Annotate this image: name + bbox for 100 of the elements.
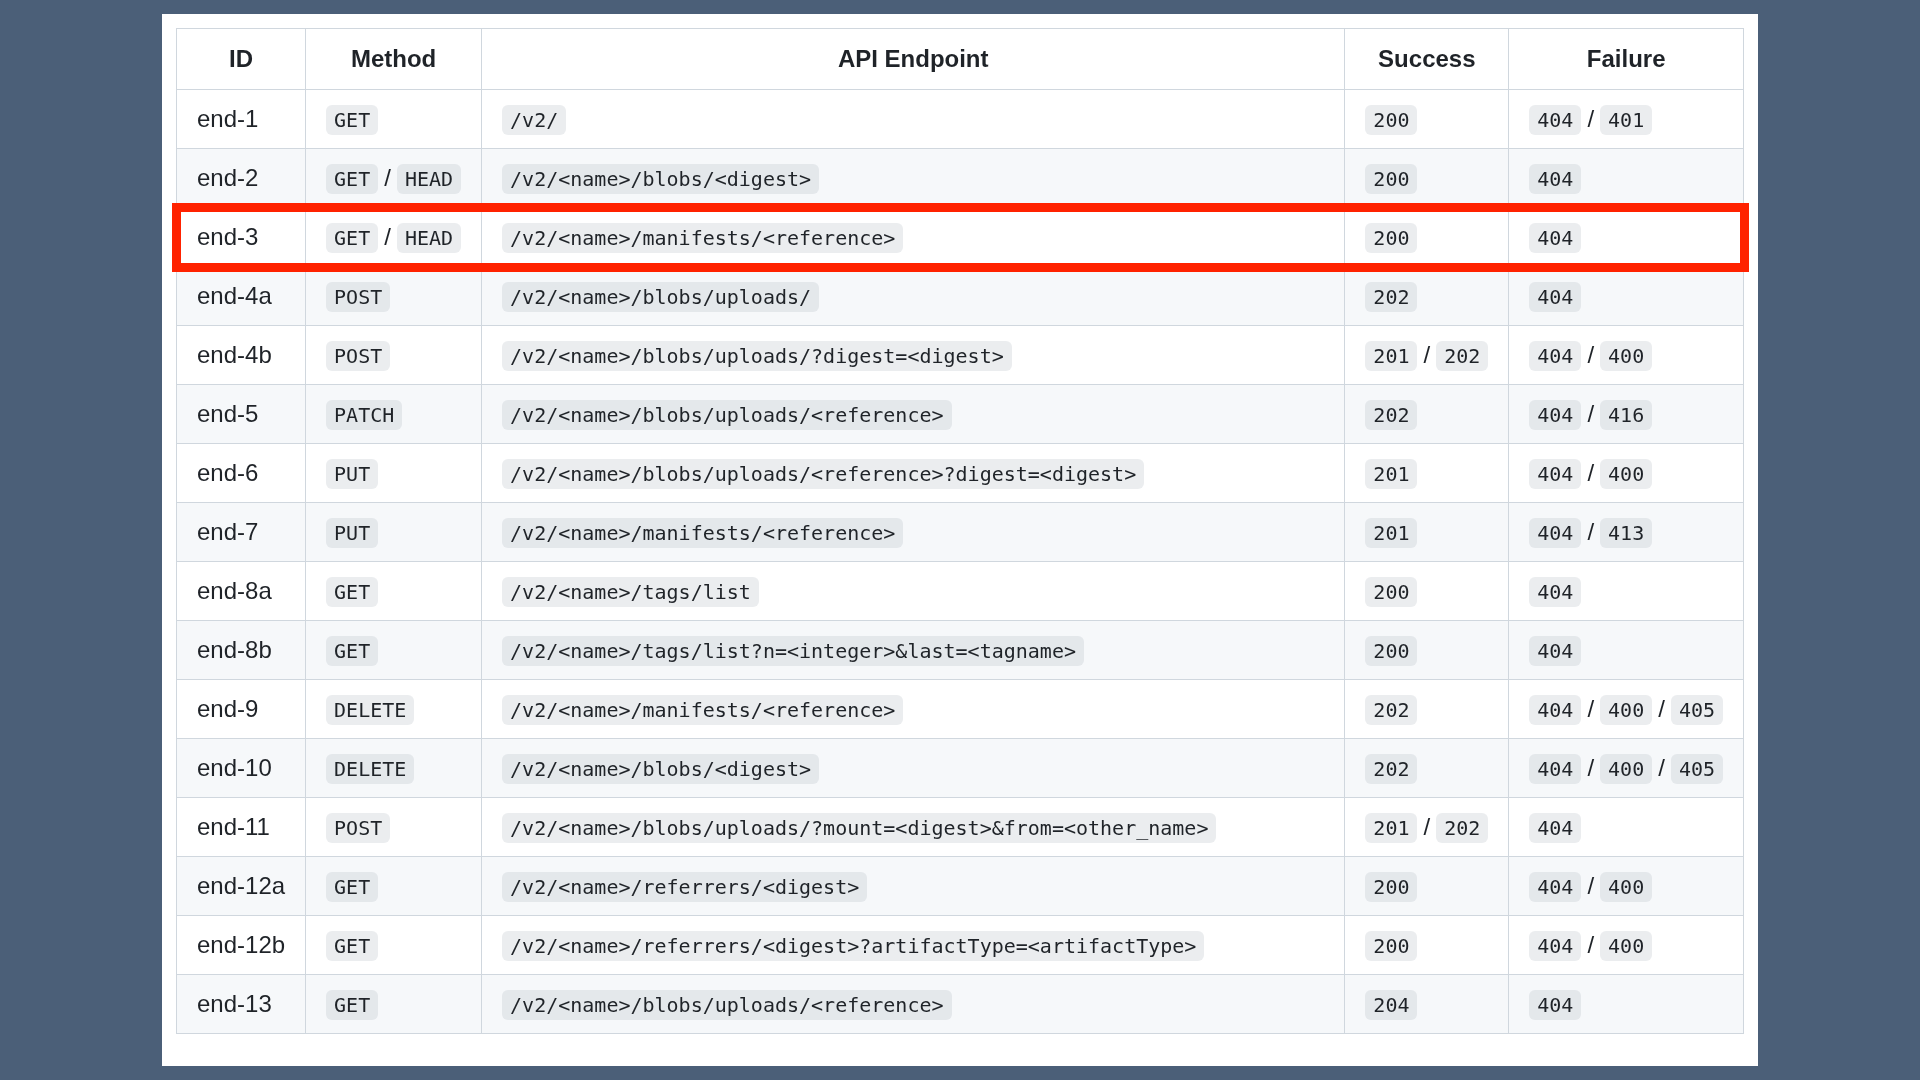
separator: / [1423, 341, 1431, 368]
code-label: PATCH [326, 400, 403, 430]
code-label: GET [326, 164, 379, 194]
code-label: 404 [1529, 931, 1582, 961]
code-label: 204 [1365, 990, 1418, 1020]
code-label: 400 [1600, 341, 1653, 371]
code-label: 200 [1365, 931, 1418, 961]
code-label: /v2/<name>/manifests/<reference> [502, 695, 904, 725]
separator: / [1587, 459, 1595, 486]
code-label: POST [326, 282, 391, 312]
code-label: GET [326, 872, 379, 902]
code-label: POST [326, 341, 391, 371]
code-label: GET [326, 577, 379, 607]
separator: / [1587, 931, 1595, 958]
code-label: 400 [1600, 459, 1653, 489]
code-label: 405 [1670, 695, 1723, 725]
code-label: HEAD [396, 223, 462, 253]
code-label: /v2/ [502, 105, 567, 135]
code-label: /v2/<name>/tags/list?n=<integer>&last=<tagname> [502, 636, 1084, 666]
table-cell: end-12a [176, 856, 306, 916]
code-label: 200 [1365, 636, 1418, 666]
table-cell: end-7 [176, 502, 306, 562]
code-label: 404 [1529, 577, 1582, 607]
code-label: 200 [1365, 164, 1418, 194]
code-label: /v2/<name>/blobs/uploads/?digest=<digest> [502, 341, 1012, 371]
code-label: 400 [1600, 695, 1653, 725]
code-label: 413 [1600, 518, 1653, 548]
code-label: 404 [1529, 400, 1582, 430]
separator: / [1587, 754, 1595, 781]
code-label: 200 [1365, 105, 1418, 135]
table-cell: end-10 [176, 738, 306, 798]
separator: / [1587, 341, 1595, 368]
separator: / [1587, 695, 1595, 722]
separator: / [384, 164, 391, 191]
code-label: GET [326, 636, 379, 666]
code-label: 404 [1529, 518, 1582, 548]
code-label: DELETE [326, 754, 415, 784]
code-label: /v2/<name>/referrers/<digest> [502, 872, 868, 902]
code-label: POST [326, 813, 391, 843]
table-cell: end-4b [176, 325, 306, 385]
code-label: 404 [1529, 341, 1582, 371]
column-header: Failure [1508, 28, 1744, 90]
code-label: 401 [1600, 105, 1653, 135]
code-label: 201 [1365, 518, 1418, 548]
code-label: 400 [1600, 872, 1653, 902]
code-label: /v2/<name>/tags/list [502, 577, 759, 607]
code-label: 404 [1529, 754, 1582, 784]
code-label: 200 [1365, 577, 1418, 607]
code-label: /v2/<name>/referrers/<digest>?artifactType=<artifactType> [502, 931, 1205, 961]
table-cell: end-13 [176, 974, 306, 1034]
code-label: 416 [1600, 400, 1653, 430]
code-label: 201 [1365, 459, 1418, 489]
code-label: /v2/<name>/blobs/<digest> [502, 754, 820, 784]
code-label: 201 [1365, 341, 1418, 371]
code-label: 202 [1365, 282, 1418, 312]
code-label: /v2/<name>/blobs/uploads/<reference> [502, 990, 952, 1020]
code-label: 404 [1529, 164, 1582, 194]
code-label: 202 [1365, 754, 1418, 784]
code-label: 404 [1529, 813, 1582, 843]
column-header: Method [305, 28, 482, 90]
code-label: 404 [1529, 636, 1582, 666]
table-cell: end-6 [176, 443, 306, 503]
code-label: 404 [1529, 282, 1582, 312]
column-header: ID [176, 28, 306, 90]
code-label: 404 [1529, 223, 1582, 253]
code-label: 404 [1529, 872, 1582, 902]
code-label: 202 [1365, 400, 1418, 430]
code-label: 200 [1365, 872, 1418, 902]
code-label: 404 [1529, 695, 1582, 725]
column-header: Success [1344, 28, 1509, 90]
separator: / [1658, 695, 1665, 722]
separator: / [384, 223, 391, 250]
table-cell: end-11 [176, 797, 306, 857]
code-label: /v2/<name>/blobs/uploads/<reference>?digest=<digest> [502, 459, 1145, 489]
code-label: 404 [1529, 990, 1582, 1020]
separator: / [1658, 754, 1665, 781]
table-cell: end-8b [176, 620, 306, 680]
separator: / [1423, 813, 1431, 840]
column-header: API Endpoint [481, 28, 1345, 90]
code-label: 405 [1670, 754, 1723, 784]
table-cell: end-8a [176, 561, 306, 621]
code-label: PUT [326, 459, 379, 489]
code-label: 400 [1600, 754, 1653, 784]
separator: / [1587, 105, 1595, 132]
code-label: /v2/<name>/blobs/<digest> [502, 164, 820, 194]
code-label: /v2/<name>/blobs/uploads/?mount=<digest>&from=<other_name> [502, 813, 1217, 843]
code-label: 400 [1600, 931, 1653, 961]
code-label: /v2/<name>/blobs/uploads/<reference> [502, 400, 952, 430]
table-cell: end-1 [176, 89, 306, 149]
separator: / [1587, 872, 1595, 899]
code-label: GET [326, 105, 379, 135]
code-label: GET [326, 931, 379, 961]
code-label: /v2/<name>/blobs/uploads/ [502, 282, 820, 312]
code-label: GET [326, 223, 379, 253]
separator: / [1587, 518, 1595, 545]
code-label: 202 [1365, 695, 1418, 725]
code-label: PUT [326, 518, 379, 548]
code-label: 202 [1436, 341, 1489, 371]
code-label: 201 [1365, 813, 1418, 843]
code-label: 202 [1436, 813, 1489, 843]
